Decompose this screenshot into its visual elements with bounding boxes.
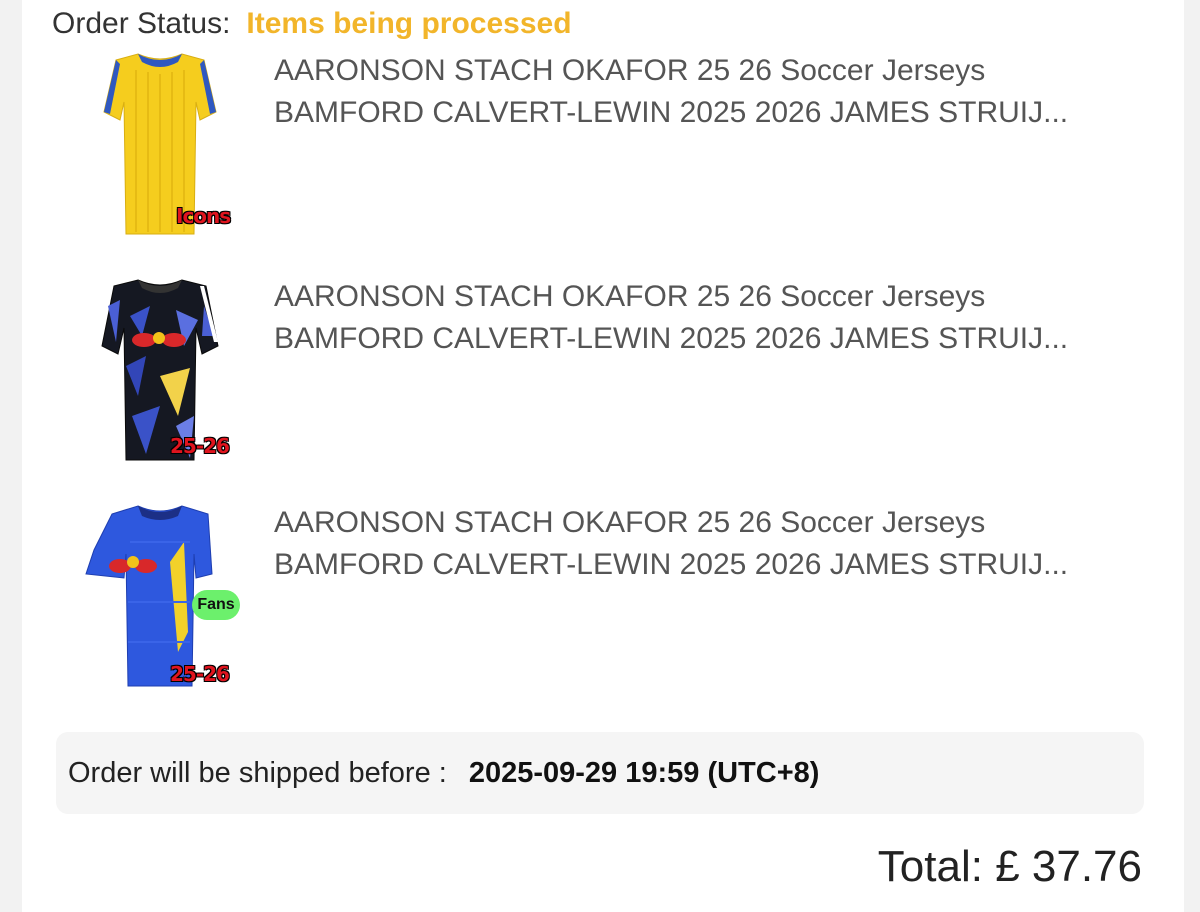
product-image-yellow-jersey[interactable]: Icons bbox=[80, 50, 240, 240]
product-title[interactable]: AARONSON STACH OKAFOR 25 26 Soccer Jerse… bbox=[274, 502, 1144, 586]
order-total: Total: £ 37.76 bbox=[877, 842, 1142, 891]
order-status-row: Order Status: Items being processed bbox=[52, 2, 572, 46]
product-title-line-1: AARONSON STACH OKAFOR 25 26 Soccer Jerse… bbox=[274, 280, 986, 313]
product-title-line-2: BAMFORD CALVERT-LEWIN 2025 2026 JAMES ST… bbox=[274, 96, 1069, 129]
order-status-label: Order Status: bbox=[52, 7, 231, 40]
right-edge-divider bbox=[1184, 0, 1200, 912]
order-item[interactable]: Fans 25-26 AARONSON STACH OKAFOR 25 26 S… bbox=[80, 502, 1160, 692]
product-title-line-2: BAMFORD CALVERT-LEWIN 2025 2026 JAMES ST… bbox=[274, 322, 1069, 355]
image-tag-label: Icons bbox=[176, 204, 231, 228]
order-detail-screen: Order Status: Items being processed Icon… bbox=[0, 0, 1200, 912]
image-tag-label: 25-26 bbox=[170, 434, 230, 458]
product-image-blue-jersey[interactable]: Fans 25-26 bbox=[80, 502, 240, 692]
product-title[interactable]: AARONSON STACH OKAFOR 25 26 Soccer Jerse… bbox=[274, 50, 1144, 134]
product-image-black-blue-jersey[interactable]: 25-26 bbox=[80, 276, 240, 466]
shipping-deadline-label: Order will be shipped before : bbox=[68, 756, 447, 789]
product-title[interactable]: AARONSON STACH OKAFOR 25 26 Soccer Jerse… bbox=[274, 276, 1144, 360]
order-status-value: Items being processed bbox=[246, 7, 572, 40]
product-title-line-2: BAMFORD CALVERT-LEWIN 2025 2026 JAMES ST… bbox=[274, 548, 1069, 581]
order-item[interactable]: 25-26 AARONSON STACH OKAFOR 25 26 Soccer… bbox=[80, 276, 1160, 466]
order-item[interactable]: Icons AARONSON STACH OKAFOR 25 26 Soccer… bbox=[80, 50, 1160, 240]
shipping-deadline-value: 2025-09-29 19:59 (UTC+8) bbox=[468, 756, 820, 789]
product-title-line-1: AARONSON STACH OKAFOR 25 26 Soccer Jerse… bbox=[274, 54, 986, 87]
shipping-deadline-box: Order will be shipped before : 2025-09-2… bbox=[56, 732, 1144, 814]
fans-badge: Fans bbox=[192, 590, 240, 620]
image-tag-label: 25-26 bbox=[170, 662, 230, 686]
left-edge-divider bbox=[0, 0, 22, 912]
product-title-line-1: AARONSON STACH OKAFOR 25 26 Soccer Jerse… bbox=[274, 506, 986, 539]
